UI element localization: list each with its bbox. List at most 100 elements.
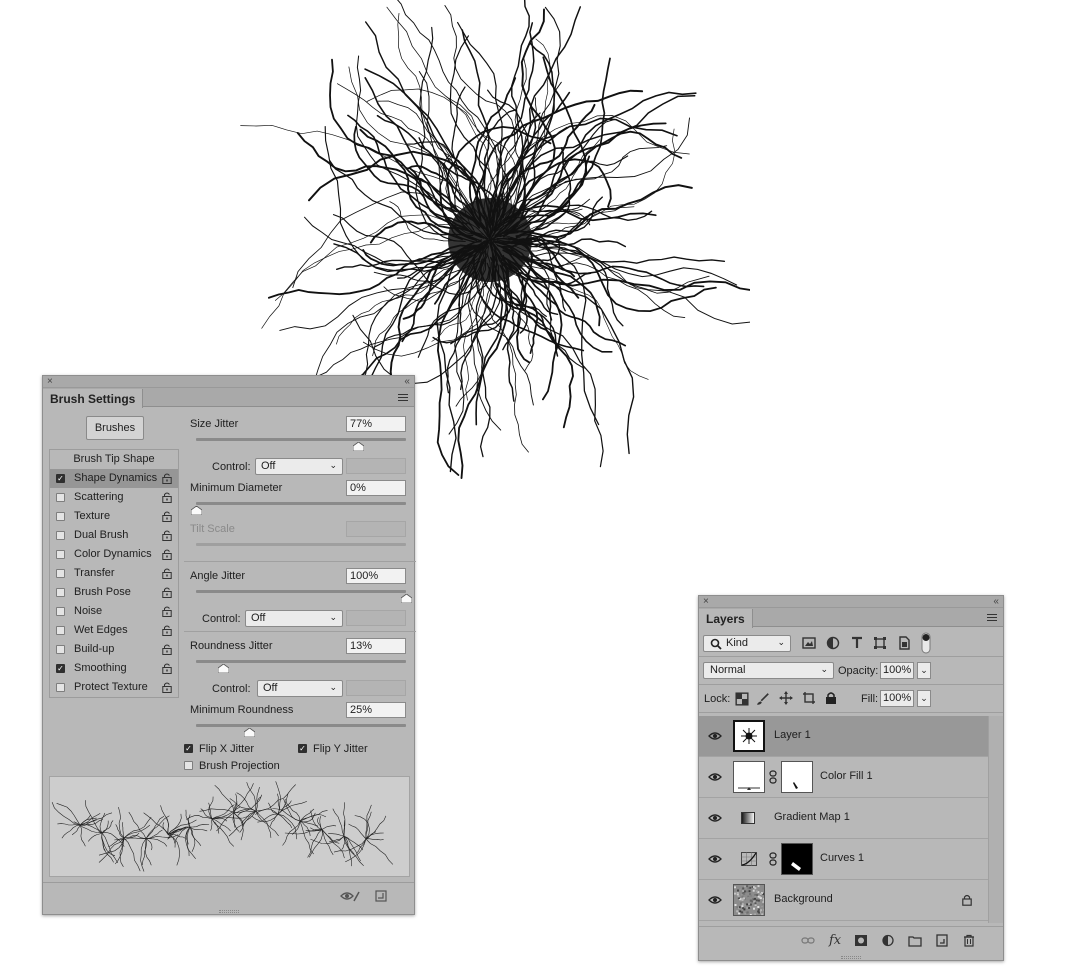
- check-icon[interactable]: ✓: [56, 474, 65, 483]
- minimum-diameter-input[interactable]: 0%: [346, 480, 406, 496]
- link-icon[interactable]: [769, 852, 777, 866]
- option-texture[interactable]: Texture: [50, 507, 178, 526]
- checkbox-box[interactable]: [56, 607, 65, 616]
- option-wet-edges[interactable]: Wet Edges: [50, 621, 178, 640]
- new-layer-icon[interactable]: [935, 934, 949, 947]
- checkbox-box[interactable]: [56, 569, 65, 578]
- eye-icon[interactable]: [708, 772, 722, 782]
- checkbox-box[interactable]: [56, 531, 65, 540]
- opacity-input[interactable]: 100%: [880, 662, 914, 679]
- size-jitter-input[interactable]: 77%: [346, 416, 406, 432]
- angle-jitter-slider[interactable]: [196, 590, 406, 593]
- close-icon[interactable]: ×: [47, 376, 53, 387]
- roundness-jitter-slider[interactable]: [196, 660, 406, 663]
- option-smoothing[interactable]: ✓ Smoothing: [50, 659, 178, 678]
- checkbox-box[interactable]: [56, 588, 65, 597]
- lock-icon[interactable]: [162, 549, 172, 560]
- flip-y-checkbox[interactable]: ✓ Flip Y Jitter: [298, 742, 368, 756]
- layer-row-gradient-map-1[interactable]: Gradient Map 1: [699, 798, 989, 839]
- lock-transparent-pixels-icon[interactable]: [735, 692, 749, 706]
- visibility-toggle-icon[interactable]: [340, 890, 360, 902]
- blend-mode-select[interactable]: Normal ⌄: [703, 662, 834, 679]
- lock-icon[interactable]: [162, 587, 172, 598]
- new-group-icon[interactable]: [908, 934, 922, 947]
- shape-layer-filter-icon[interactable]: [873, 636, 887, 650]
- layer-row-curves-1[interactable]: Curves 1: [699, 839, 989, 880]
- lock-icon[interactable]: [162, 663, 172, 674]
- eye-icon[interactable]: [708, 854, 722, 864]
- type-layer-filter-icon[interactable]: [850, 636, 864, 650]
- option-scattering[interactable]: Scattering: [50, 488, 178, 507]
- lock-icon[interactable]: [162, 644, 172, 655]
- add-mask-icon[interactable]: [854, 934, 868, 947]
- panel-menu-icon[interactable]: [398, 394, 408, 401]
- option-noise[interactable]: Noise: [50, 602, 178, 621]
- checkbox-box[interactable]: [56, 683, 65, 692]
- collapse-icon[interactable]: ‹‹: [993, 596, 999, 607]
- flip-x-checkbox[interactable]: ✓ Flip X Jitter: [184, 742, 254, 756]
- brushes-button[interactable]: Brushes: [86, 416, 144, 440]
- lock-icon[interactable]: [162, 511, 172, 522]
- angle-control-select[interactable]: Off ⌄: [245, 610, 343, 627]
- lock-icon[interactable]: [162, 568, 172, 579]
- fill-dropdown[interactable]: ⌄: [917, 690, 931, 707]
- option-dual-brush[interactable]: Dual Brush: [50, 526, 178, 545]
- option-build-up[interactable]: Build-up: [50, 640, 178, 659]
- tab-brush-settings[interactable]: Brush Settings: [43, 389, 144, 408]
- size-control-select[interactable]: Off ⌄: [255, 458, 343, 475]
- brush-projection-checkbox[interactable]: Brush Projection: [184, 759, 280, 773]
- lock-icon[interactable]: [162, 606, 172, 617]
- size-jitter-slider[interactable]: [196, 438, 406, 441]
- lock-icon[interactable]: [162, 530, 172, 541]
- angle-jitter-input[interactable]: 100%: [346, 568, 406, 584]
- lock-position-icon[interactable]: [779, 691, 793, 705]
- eye-icon[interactable]: [708, 731, 722, 741]
- lock-icon[interactable]: [162, 492, 172, 503]
- layer-row-color-fill-1[interactable]: Color Fill 1: [699, 757, 989, 798]
- eye-icon[interactable]: [708, 895, 722, 905]
- lock-image-pixels-icon[interactable]: [756, 692, 770, 706]
- smart-object-filter-icon[interactable]: [897, 636, 911, 650]
- collapse-icon[interactable]: ‹‹: [404, 376, 410, 387]
- checkbox-box[interactable]: [56, 493, 65, 502]
- eye-icon[interactable]: [708, 813, 722, 823]
- minimum-roundness-input[interactable]: 25%: [346, 702, 406, 718]
- slider-thumb-icon[interactable]: [243, 728, 255, 737]
- minimum-roundness-slider[interactable]: [196, 724, 406, 727]
- option-brush-pose[interactable]: Brush Pose: [50, 583, 178, 602]
- option-protect-texture[interactable]: Protect Texture: [50, 678, 178, 697]
- lock-icon[interactable]: [162, 682, 172, 693]
- option-transfer[interactable]: Transfer: [50, 564, 178, 583]
- check-icon[interactable]: ✓: [56, 664, 65, 673]
- lock-artboard-icon[interactable]: [802, 691, 816, 705]
- slider-thumb-icon[interactable]: [352, 442, 364, 451]
- checkbox-box[interactable]: [56, 512, 65, 521]
- lock-icon[interactable]: [162, 625, 172, 636]
- slider-thumb-icon[interactable]: [401, 594, 412, 603]
- checkbox-box[interactable]: [56, 626, 65, 635]
- lock-icon[interactable]: [162, 473, 172, 484]
- fill-input[interactable]: 100%: [880, 690, 914, 707]
- layers-scrollbar[interactable]: [988, 716, 1003, 923]
- fx-icon[interactable]: fx: [829, 933, 841, 948]
- checkbox-box[interactable]: [56, 550, 65, 559]
- pixel-layer-filter-icon[interactable]: [802, 636, 816, 650]
- slider-thumb-icon[interactable]: [191, 506, 202, 515]
- option-brush-tip-shape[interactable]: Brush Tip Shape: [50, 450, 178, 469]
- lock-all-icon[interactable]: [824, 691, 838, 705]
- roundness-control-select[interactable]: Off ⌄: [257, 680, 343, 697]
- new-adjustment-layer-icon[interactable]: [881, 934, 895, 947]
- opacity-dropdown[interactable]: ⌄: [917, 662, 931, 679]
- filter-toggle-icon[interactable]: [921, 632, 931, 654]
- option-color-dynamics[interactable]: Color Dynamics: [50, 545, 178, 564]
- roundness-jitter-input[interactable]: 13%: [346, 638, 406, 654]
- layer-row-layer-1[interactable]: Layer 1: [699, 716, 989, 757]
- filter-kind-select[interactable]: Kind ⌄: [703, 635, 791, 652]
- layer-row-background[interactable]: Background: [699, 880, 989, 921]
- minimum-diameter-slider[interactable]: [196, 502, 406, 505]
- close-icon[interactable]: ×: [703, 596, 709, 607]
- resize-grip[interactable]: [841, 956, 861, 959]
- new-preset-icon[interactable]: [375, 890, 387, 902]
- adjustment-layer-filter-icon[interactable]: [826, 636, 840, 650]
- tab-layers[interactable]: Layers: [699, 609, 753, 628]
